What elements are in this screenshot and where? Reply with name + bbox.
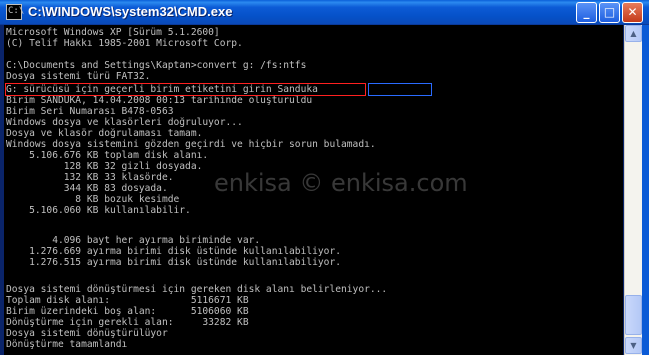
console-line: Toplam disk alanı: 5116671 KB: [6, 295, 249, 306]
cmd-window: C:\ C:\WINDOWS\system32\CMD.exe _ □ ✕ Mi…: [0, 0, 649, 355]
window-title: C:\WINDOWS\system32\CMD.exe: [28, 4, 233, 19]
scroll-up-button[interactable]: ▲: [625, 25, 642, 42]
console-output[interactable]: Microsoft Windows XP [Sürüm 5.1.2600] (C…: [4, 25, 623, 355]
console-line: 344 KB 83 dosyada.: [6, 183, 168, 194]
cmd-icon[interactable]: C:\: [6, 4, 25, 20]
title-bar[interactable]: C:\ C:\WINDOWS\system32\CMD.exe _ □ ✕: [0, 0, 649, 25]
console-line: 1.276.669 ayırma birimi disk üstünde kul…: [6, 246, 342, 257]
console-line: 4.096 bayt her ayırma biriminde var.: [6, 235, 261, 246]
console-line: 128 KB 32 gizli dosyada.: [6, 161, 203, 172]
scroll-down-button[interactable]: ▼: [625, 337, 642, 354]
console-line: Dosya sistemi türü FAT32.: [6, 71, 151, 82]
console-line: Windows dosya ve klasörleri doğruluyor..…: [6, 117, 243, 128]
console-line: Dosya ve klasör doğrulaması tamam.: [6, 128, 203, 139]
console-line: 8 KB bozuk kesimde: [6, 194, 180, 205]
console-line: Dosya sistemi dönüştürülüyor: [6, 328, 168, 339]
minimize-button[interactable]: _: [576, 2, 597, 23]
console-line: Birim Seri Numarası B478-0563: [6, 106, 174, 117]
window-frame-right: [642, 25, 649, 355]
console-line: 1.276.515 ayırma birimi disk üstünde kul…: [6, 257, 342, 268]
console-line: Dosya sistemi dönüştürmesi için gereken …: [6, 284, 388, 295]
scrollbar-thumb[interactable]: [625, 295, 642, 335]
console-line: 132 KB 33 klasörde.: [6, 172, 174, 183]
prompt-highlight-box: [5, 83, 366, 96]
maximize-button[interactable]: □: [599, 2, 620, 23]
console-line: 5.106.676 KB toplam disk alanı.: [6, 150, 209, 161]
console-line: Dönüştürme tamamlandı: [6, 339, 128, 350]
close-button[interactable]: ✕: [622, 2, 643, 23]
console-line: 5.106.060 KB kullanılabilir.: [6, 205, 191, 216]
vertical-scrollbar[interactable]: ▲ ▼: [624, 25, 642, 355]
console-line: Microsoft Windows XP [Sürüm 5.1.2600]: [6, 27, 220, 38]
label-input-highlight-box: [368, 83, 432, 96]
console-line: Birim üzerindeki boş alan: 5106060 KB: [6, 306, 249, 317]
console-line: C:\Documents and Settings\Kaptan>convert…: [6, 60, 307, 71]
cmd-icon-glyph: C:\: [8, 6, 25, 16]
console-line: Dönüştürme için gerekli alan: 33282 KB: [6, 317, 249, 328]
console-line: (C) Telif Hakkı 1985-2001 Microsoft Corp…: [6, 38, 243, 49]
watermark-text: enkisa © enkisa.com: [214, 169, 468, 197]
console-line: Windows dosya sistemini gözden geçirdi v…: [6, 139, 376, 150]
console-line: Birim SANDUKA, 14.04.2008 00:13 tarihind…: [6, 95, 313, 106]
